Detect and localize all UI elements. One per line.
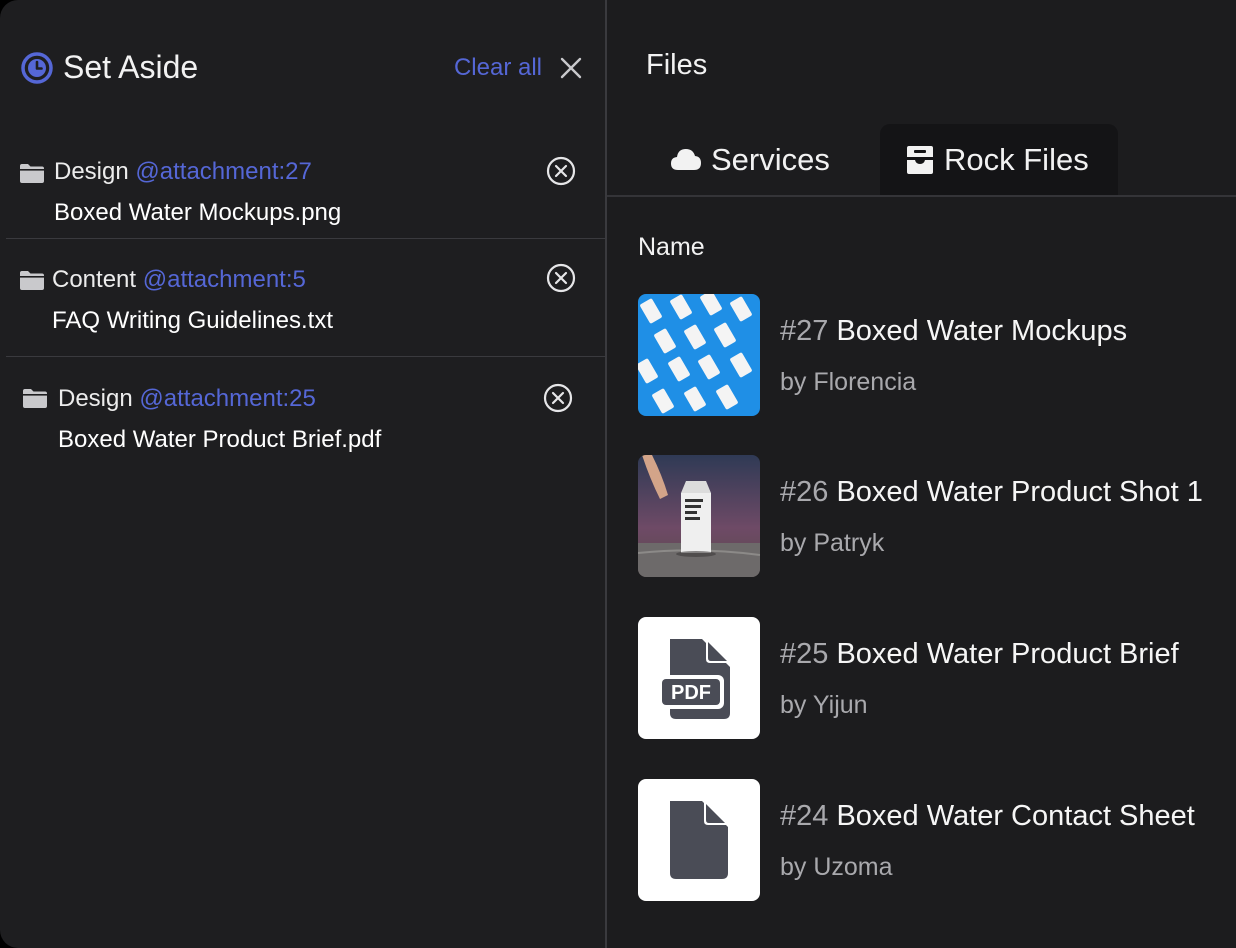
set-aside-title: Set Aside xyxy=(63,49,199,85)
thumbnail-file xyxy=(638,779,760,901)
set-aside-item-filename: Boxed Water Product Brief.pdf xyxy=(58,426,382,453)
remove-circle-x-icon[interactable] xyxy=(542,382,574,414)
file-row[interactable]: PDF #25 Boxed Water Product Brief by Yij… xyxy=(638,617,1236,739)
tab-services[interactable]: Services xyxy=(647,124,887,195)
file-row[interactable]: #26 Boxed Water Product Shot 1 by Patryk xyxy=(638,455,1236,577)
attachment-ref-link[interactable]: @attachment:27 xyxy=(135,158,311,185)
set-aside-panel: Set Aside Clear all Design @attachment:2… xyxy=(0,0,605,948)
set-aside-item[interactable]: Content @attachment:5 FAQ Writing Guidel… xyxy=(6,239,605,357)
set-aside-item-category: Design @attachment:27 xyxy=(54,157,312,187)
file-number: #26 xyxy=(780,476,829,508)
inbox-icon xyxy=(907,146,933,174)
close-icon[interactable] xyxy=(557,54,585,82)
file-number: #24 xyxy=(780,800,829,832)
file-number: #27 xyxy=(780,315,829,347)
file-title: #25 Boxed Water Product Brief xyxy=(780,637,1179,671)
file-name: Boxed Water Product Brief xyxy=(836,638,1179,670)
column-header-name: Name xyxy=(638,233,705,261)
category-label: Design xyxy=(58,385,133,412)
set-aside-header: Set Aside Clear all xyxy=(20,46,585,90)
file-row[interactable]: #24 Boxed Water Contact Sheet by Uzoma xyxy=(638,779,1236,901)
set-aside-item-category: Content @attachment:5 xyxy=(52,265,306,295)
remove-circle-x-icon[interactable] xyxy=(545,155,577,187)
set-aside-item-category: Design @attachment:25 xyxy=(58,384,316,414)
tab-rock-files[interactable]: Rock Files xyxy=(880,124,1118,195)
file-title: #24 Boxed Water Contact Sheet xyxy=(780,799,1195,833)
file-name: Boxed Water Contact Sheet xyxy=(836,800,1195,832)
set-aside-clock-icon xyxy=(21,52,53,84)
attachment-ref-link[interactable]: @attachment:5 xyxy=(143,266,306,293)
file-author: by Patryk xyxy=(780,529,885,557)
cloud-icon xyxy=(671,149,701,170)
thumbnail-product-shot-image xyxy=(638,455,760,577)
file-author: by Uzoma xyxy=(780,853,893,881)
folder-icon xyxy=(23,389,47,408)
svg-text:PDF: PDF xyxy=(671,682,711,704)
files-tabs: Services Rock Files xyxy=(607,124,1236,197)
folder-icon xyxy=(20,164,44,183)
files-panel: Files Services Rock Files Name #27 Boxed… xyxy=(605,0,1236,948)
set-aside-item[interactable]: Design @attachment:25 Boxed Water Produc… xyxy=(6,357,605,467)
file-title: #26 Boxed Water Product Shot 1 xyxy=(780,475,1203,509)
clear-all-button[interactable]: Clear all xyxy=(454,53,542,83)
file-icon xyxy=(670,801,728,879)
file-number: #25 xyxy=(780,638,829,670)
thumbnail-pdf: PDF xyxy=(638,617,760,739)
pdf-file-icon: PDF xyxy=(658,639,730,719)
folder-icon xyxy=(20,271,44,290)
file-author: by Yijun xyxy=(780,691,868,719)
tab-label: Rock Files xyxy=(944,142,1089,177)
set-aside-item-filename: Boxed Water Mockups.png xyxy=(54,199,342,226)
files-title: Files xyxy=(646,49,708,81)
file-name: Boxed Water Product Shot 1 xyxy=(836,476,1203,508)
category-label: Content xyxy=(52,266,137,293)
category-label: Design xyxy=(54,158,129,185)
thumbnail-mockups-image xyxy=(638,294,760,416)
file-row[interactable]: #27 Boxed Water Mockups by Florencia xyxy=(638,294,1236,416)
attachment-ref-link[interactable]: @attachment:25 xyxy=(139,385,315,412)
remove-circle-x-icon[interactable] xyxy=(545,262,577,294)
file-name: Boxed Water Mockups xyxy=(836,315,1128,347)
set-aside-item[interactable]: Design @attachment:27 Boxed Water Mockup… xyxy=(6,142,605,239)
file-title: #27 Boxed Water Mockups xyxy=(780,314,1127,348)
tab-label: Services xyxy=(711,142,830,177)
set-aside-item-filename: FAQ Writing Guidelines.txt xyxy=(52,307,333,334)
file-author: by Florencia xyxy=(780,368,917,396)
